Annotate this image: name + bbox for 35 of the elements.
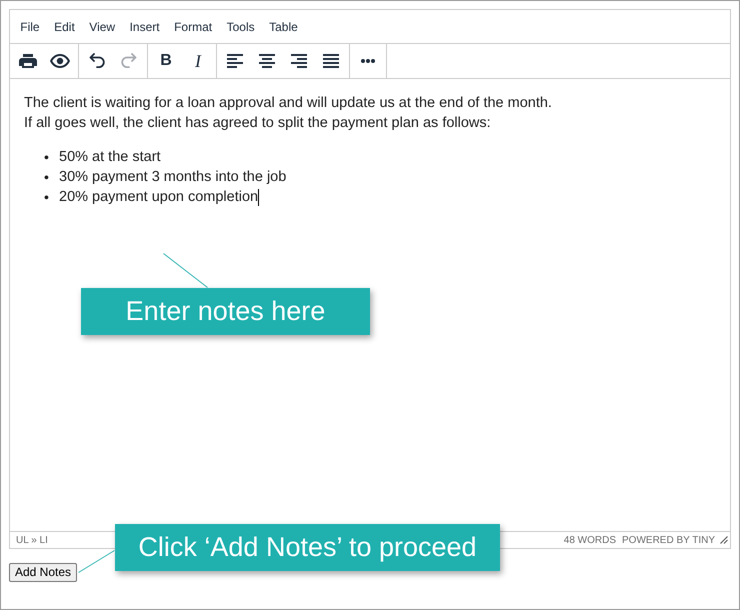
align-left-icon — [227, 54, 243, 68]
menu-item[interactable]: Edit — [46, 16, 82, 38]
printer-icon — [19, 54, 37, 68]
bold-button[interactable]: B — [151, 46, 181, 76]
paragraph-line: If all goes well, the client has agreed to split the payment plan as follows: — [24, 114, 492, 133]
callout-label: Click ‘Add Notes’ to proceed — [115, 524, 500, 571]
undo-icon — [89, 53, 105, 69]
align-right-icon — [291, 54, 307, 68]
italic-button[interactable]: I — [183, 46, 213, 76]
bullet-marker: • — [44, 188, 50, 207]
bullet-marker: • — [44, 148, 50, 167]
more-icon — [361, 59, 375, 63]
align-center-icon — [259, 54, 275, 68]
resize-handle-icon[interactable] — [720, 536, 728, 544]
redo-icon — [121, 53, 137, 69]
element-path[interactable]: UL » LI — [16, 534, 48, 546]
word-count: 48 WORDS — [564, 534, 616, 546]
menu-item[interactable]: Table — [262, 16, 306, 38]
paragraph-line: The client is waiting for a loan approval and will update us at the end of the month. — [24, 94, 553, 113]
menu-item[interactable]: File — [13, 16, 47, 38]
menu-item[interactable]: Insert — [122, 16, 167, 38]
eye-icon — [50, 54, 70, 68]
bullet-text: 50% at the start — [59, 148, 161, 167]
bullet-marker: • — [44, 168, 50, 187]
add-notes-button[interactable]: Add Notes — [9, 563, 78, 582]
menu-item[interactable]: Tools — [219, 16, 262, 38]
menu-item[interactable]: Format — [166, 16, 220, 38]
bullet-text: 20% payment upon completion — [59, 188, 258, 207]
menu-item[interactable]: View — [82, 16, 122, 38]
leader-line — [163, 253, 208, 288]
justify-icon — [323, 54, 339, 68]
callout-label: Enter notes here — [81, 288, 370, 335]
leader-line — [78, 550, 115, 573]
bullet-text: 30% payment 3 months into the job — [59, 168, 286, 187]
branding-link[interactable]: POWERED BY TINY — [622, 534, 715, 546]
